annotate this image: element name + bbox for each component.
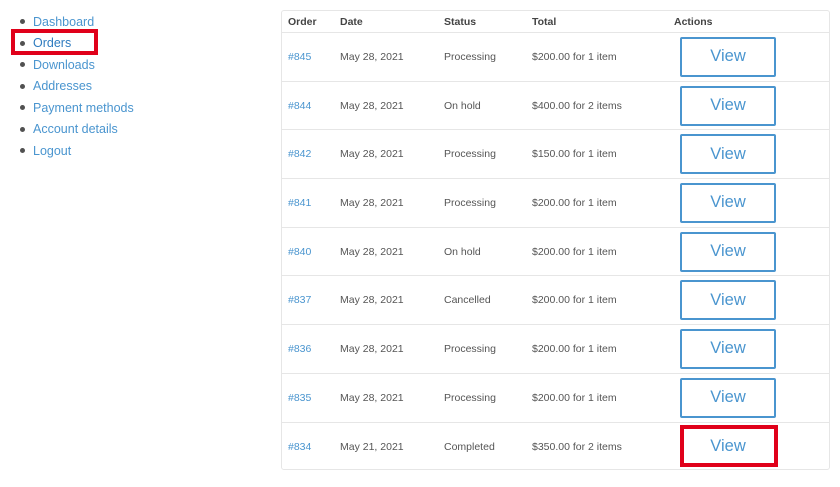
order-total: $200.00 for 1 item: [532, 342, 617, 355]
table-row: #845 May 28, 2021 Processing $200.00 for…: [282, 33, 829, 82]
order-number-link[interactable]: #834: [288, 441, 311, 453]
order-total: $200.00 for 1 item: [532, 196, 617, 209]
my-account-page: Dashboard Orders Downloads Addresses Pay…: [0, 0, 840, 487]
view-order-button[interactable]: View: [680, 134, 776, 175]
order-total: $200.00 for 1 item: [532, 245, 617, 258]
view-order-button[interactable]: View: [680, 426, 776, 467]
order-status: Processing: [444, 342, 496, 355]
order-total: $200.00 for 1 item: [532, 391, 617, 404]
column-header-actions: Actions: [674, 15, 713, 28]
order-date: May 21, 2021: [340, 440, 404, 453]
order-number-link[interactable]: #841: [288, 197, 311, 209]
view-order-button[interactable]: View: [680, 182, 776, 223]
bullet-icon: [20, 126, 25, 132]
order-total: $350.00 for 2 items: [532, 440, 622, 453]
bullet-icon: [20, 148, 25, 153]
nav-link-downloads[interactable]: Downloads: [33, 58, 95, 72]
table-row: #841 May 28, 2021 Processing $200.00 for…: [282, 179, 829, 228]
nav-item-logout[interactable]: Logout: [20, 140, 220, 162]
view-order-button[interactable]: View: [680, 231, 776, 272]
table-row: #836 May 28, 2021 Processing $200.00 for…: [282, 325, 829, 374]
bullet-icon: [20, 83, 25, 89]
order-status: Processing: [444, 148, 496, 161]
order-number-link[interactable]: #837: [288, 294, 311, 306]
bullet-icon: [20, 62, 25, 67]
order-number-link[interactable]: #835: [288, 392, 311, 404]
order-status: Processing: [444, 50, 496, 63]
order-status: Processing: [444, 391, 496, 404]
table-header: Order Date Status Total Actions: [282, 11, 829, 33]
table-row: #842 May 28, 2021 Processing $150.00 for…: [282, 130, 829, 180]
order-date: May 28, 2021: [340, 148, 404, 161]
order-date: May 28, 2021: [340, 294, 404, 307]
order-date: May 28, 2021: [340, 50, 404, 63]
column-header-status: Status: [444, 15, 477, 28]
orders-table: Order Date Status Total Actions #845 May…: [281, 10, 830, 470]
order-status: Processing: [444, 196, 496, 209]
table-row: #837 May 28, 2021 Cancelled $200.00 for …: [282, 276, 829, 326]
order-total: $200.00 for 1 item: [532, 50, 617, 63]
view-order-button[interactable]: View: [680, 377, 776, 418]
orders-highlight-box: [11, 29, 98, 55]
order-total: $400.00 for 2 items: [532, 99, 622, 112]
nav-link-payment-methods[interactable]: Payment methods: [33, 101, 134, 115]
view-order-button[interactable]: View: [680, 328, 776, 369]
column-header-date: Date: [340, 15, 363, 28]
order-date: May 28, 2021: [340, 245, 404, 258]
column-header-total: Total: [532, 15, 557, 28]
nav-link-dashboard[interactable]: Dashboard: [33, 15, 94, 29]
view-order-button[interactable]: View: [680, 280, 776, 321]
column-header-order: Order: [288, 15, 317, 28]
order-date: May 28, 2021: [340, 99, 404, 112]
order-number-link[interactable]: #845: [288, 51, 311, 63]
order-date: May 28, 2021: [340, 342, 404, 355]
order-number-link[interactable]: #844: [288, 100, 311, 112]
order-number-link[interactable]: #836: [288, 343, 311, 355]
bullet-icon: [20, 105, 25, 110]
view-order-button[interactable]: View: [680, 85, 776, 126]
table-row: #840 May 28, 2021 On hold $200.00 for 1 …: [282, 228, 829, 277]
table-row: #844 May 28, 2021 On hold $400.00 for 2 …: [282, 82, 829, 131]
order-number-link[interactable]: #842: [288, 148, 311, 160]
nav-link-addresses[interactable]: Addresses: [33, 80, 92, 93]
order-total: $150.00 for 1 item: [532, 148, 617, 161]
order-status: Completed: [444, 440, 495, 453]
nav-item-addresses[interactable]: Addresses: [20, 76, 220, 98]
nav-item-payment-methods[interactable]: Payment methods: [20, 97, 220, 119]
nav-item-downloads[interactable]: Downloads: [20, 54, 220, 76]
view-order-button[interactable]: View: [680, 36, 776, 77]
bullet-icon: [20, 19, 25, 24]
order-total: $200.00 for 1 item: [532, 294, 617, 307]
order-status: On hold: [444, 245, 481, 258]
table-row: #835 May 28, 2021 Processing $200.00 for…: [282, 374, 829, 423]
nav-link-logout[interactable]: Logout: [33, 144, 71, 158]
order-status: On hold: [444, 99, 481, 112]
order-status: Cancelled: [444, 294, 491, 307]
order-date: May 28, 2021: [340, 391, 404, 404]
nav-item-account-details[interactable]: Account details: [20, 119, 220, 141]
order-number-link[interactable]: #840: [288, 246, 311, 258]
nav-link-account-details[interactable]: Account details: [33, 123, 118, 136]
table-row: #834 May 21, 2021 Completed $350.00 for …: [282, 423, 829, 472]
order-date: May 28, 2021: [340, 196, 404, 209]
